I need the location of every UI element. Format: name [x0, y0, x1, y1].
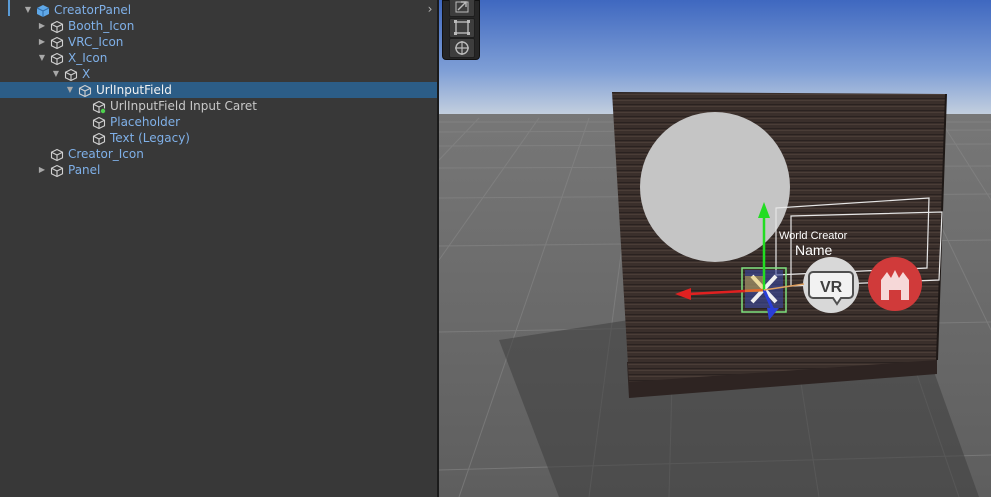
booth-icon-object[interactable]: [868, 257, 922, 311]
cube-icon: [92, 99, 106, 114]
hierarchy-item-label: Placeholder: [110, 115, 181, 129]
expand-arrow-icon[interactable]: ▼: [36, 50, 48, 66]
hierarchy-panel: ▼ CreatorPanel ▶ Booth_Icon ▶ VRC_Icon ▼ X_Icon…: [0, 0, 437, 497]
scene-tool-strip: [442, 0, 480, 60]
cube-icon: [50, 35, 64, 50]
expand-arrow-icon[interactable]: ▼: [22, 2, 34, 18]
hierarchy-item[interactable]: ▶ Booth_Icon: [0, 18, 437, 34]
hierarchy-item-label: CreatorPanel: [54, 3, 132, 17]
cube-icon: [50, 163, 64, 178]
hierarchy-item[interactable]: Text (Legacy): [0, 130, 437, 146]
world-creator-label: World Creator: [779, 230, 848, 242]
cube-icon: [50, 147, 64, 162]
expand-arrow-icon[interactable]: ▼: [64, 82, 76, 98]
move-tool-icon[interactable]: [449, 0, 475, 17]
expand-arrow-icon[interactable]: ▼: [50, 66, 62, 82]
cube-icon: [64, 67, 78, 82]
rect-tool-icon[interactable]: [449, 18, 475, 38]
hierarchy-item[interactable]: ▼ UrlInputField: [0, 82, 437, 98]
vr-label: VR: [820, 279, 843, 296]
cube-icon: [50, 51, 64, 66]
collapse-arrow-icon[interactable]: ▶: [36, 18, 48, 34]
hierarchy-item-label: Panel: [68, 163, 101, 177]
scene-viewport[interactable]: World Creator Name VR: [439, 0, 991, 497]
cube-icon: [92, 131, 106, 146]
hierarchy-item-label: UrlInputField Input Caret: [110, 99, 258, 113]
transform-tool-icon[interactable]: [449, 38, 475, 58]
hierarchy-item[interactable]: ▼ X_Icon: [0, 50, 437, 66]
hierarchy-item-label: UrlInputField: [96, 83, 172, 97]
hierarchy-item-label: X_Icon: [68, 51, 108, 65]
hierarchy-item[interactable]: Placeholder: [0, 114, 437, 130]
hierarchy-item[interactable]: ▶ VRC_Icon: [0, 34, 437, 50]
cube-icon: [92, 115, 106, 130]
hierarchy-item-label: X: [82, 67, 91, 81]
hierarchy-item-label: Creator_Icon: [68, 147, 144, 161]
creator-name-label: Name: [795, 242, 833, 258]
vrc-icon-object[interactable]: VR: [803, 257, 859, 313]
scene-view[interactable]: World Creator Name VR: [439, 0, 991, 497]
collapse-arrow-icon[interactable]: ▶: [36, 162, 48, 178]
hierarchy-item[interactable]: UrlInputField Input Caret: [0, 98, 437, 114]
chevron-right-icon[interactable]: ›: [424, 3, 436, 15]
hierarchy-item[interactable]: Creator_Icon: [0, 146, 437, 162]
hierarchy-item[interactable]: ▼ CreatorPanel: [0, 2, 437, 18]
hierarchy-item[interactable]: ▼ X: [0, 66, 437, 82]
hierarchy-item[interactable]: ▶ Panel: [0, 162, 437, 178]
hierarchy-item-label: VRC_Icon: [68, 35, 124, 49]
cube-icon: [78, 83, 92, 98]
cube-icon: [50, 19, 64, 34]
hierarchy-item-label: Booth_Icon: [68, 19, 135, 33]
cube-icon: [36, 3, 50, 17]
collapse-arrow-icon[interactable]: ▶: [36, 34, 48, 50]
hierarchy-item-label: Text (Legacy): [110, 131, 190, 145]
creator-avatar-circle[interactable]: [640, 112, 790, 262]
